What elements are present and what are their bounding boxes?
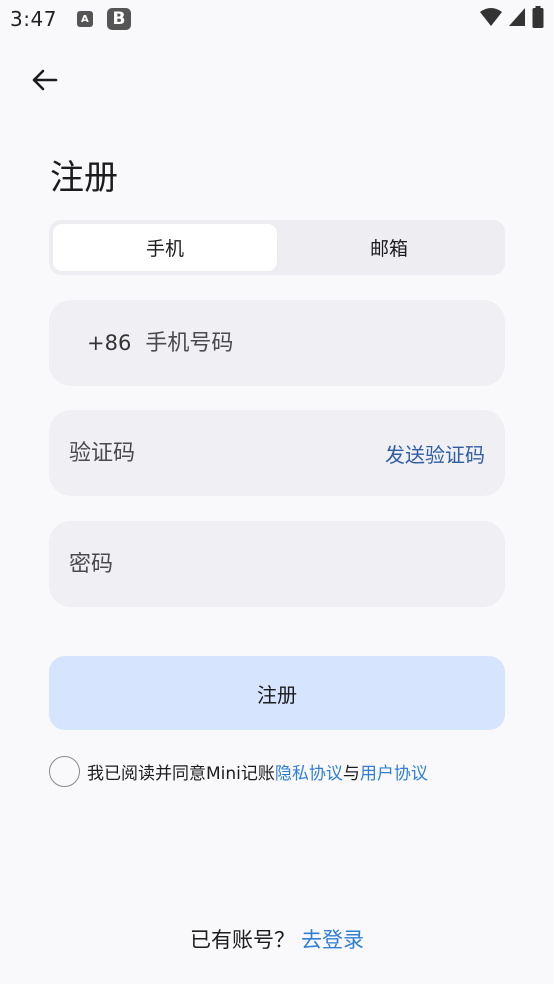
phone-field: +86 — [49, 300, 505, 386]
register-screen: 3:47 A B 注册 手机 邮箱 +86 发送验证码 — [0, 0, 554, 984]
verification-code-input[interactable] — [69, 440, 385, 466]
login-prompt: 已有账号？ 去登录 — [0, 924, 554, 954]
cellular-signal-icon — [509, 8, 525, 26]
wifi-icon — [480, 8, 502, 26]
password-input[interactable] — [69, 551, 505, 577]
agreement-checkbox[interactable] — [49, 755, 80, 787]
go-login-link[interactable]: 去登录 — [301, 928, 364, 952]
register-button[interactable]: 注册 — [49, 656, 505, 730]
a-notification-icon: A — [76, 11, 93, 27]
user-agreement-link[interactable]: 用户协议 — [360, 759, 428, 784]
verification-code-field: 发送验证码 — [49, 410, 505, 496]
have-account-text: 已有账号？ — [190, 928, 295, 952]
password-field — [49, 521, 505, 607]
tab-email[interactable]: 邮箱 — [277, 224, 501, 271]
status-bar: 3:47 A B — [0, 0, 554, 38]
phone-input[interactable] — [145, 330, 505, 356]
send-code-button[interactable]: 发送验证码 — [385, 439, 485, 468]
country-code[interactable]: +86 — [87, 331, 131, 355]
status-time: 3:47 — [10, 7, 57, 31]
page-title: 注册 — [50, 158, 118, 198]
b-notification-icon: B — [106, 8, 131, 30]
agreement-conjunction: 与 — [342, 763, 360, 784]
tab-phone[interactable]: 手机 — [53, 224, 277, 271]
back-arrow-icon — [32, 69, 58, 91]
agreement-text: 我已阅读并同意Mini记账 — [87, 763, 275, 784]
back-button[interactable] — [24, 60, 64, 100]
login-method-tabs: 手机 邮箱 — [49, 220, 505, 275]
agreement-row: 我已阅读并同意Mini记账 隐私协议 与 用户协议 — [49, 755, 428, 787]
privacy-policy-link[interactable]: 隐私协议 — [275, 759, 343, 784]
status-right-icons — [480, 6, 544, 28]
battery-icon — [532, 6, 544, 28]
